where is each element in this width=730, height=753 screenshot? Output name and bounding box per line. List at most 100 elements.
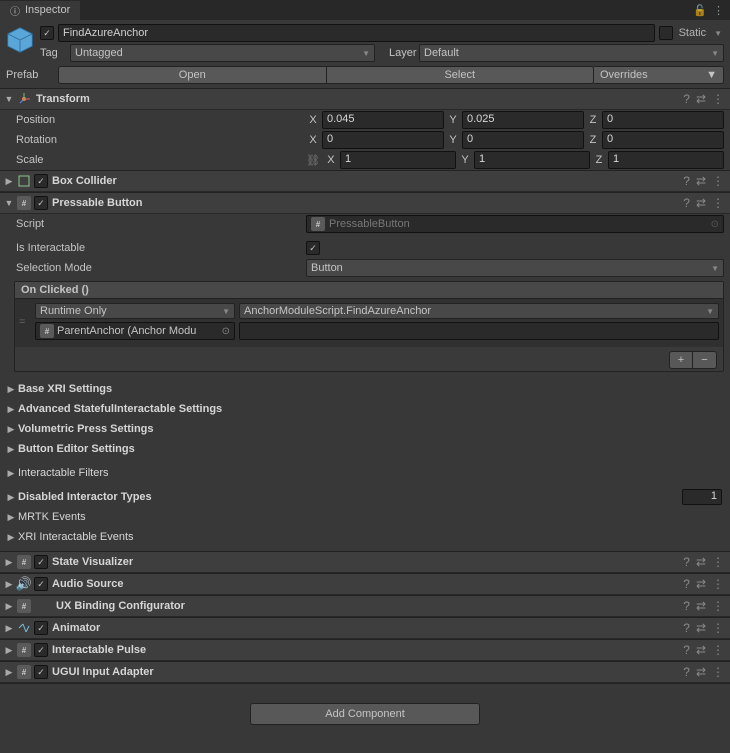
disabled-interactor-foldout[interactable]: ▶ Disabled Interactor Types 1 bbox=[0, 487, 730, 507]
position-x-field[interactable]: 0.045 bbox=[322, 111, 444, 129]
scale-z-field[interactable]: 1 bbox=[608, 151, 724, 169]
preset-icon[interactable]: ⇄ bbox=[696, 599, 706, 613]
mrtk-events-foldout[interactable]: ▶MRTK Events bbox=[0, 507, 730, 527]
event-target-field[interactable]: #ParentAnchor (Anchor Modu ⊙ bbox=[35, 322, 235, 340]
prefab-select-button[interactable]: Select bbox=[327, 66, 595, 84]
runtime-mode-dropdown[interactable]: Runtime Only ▼ bbox=[35, 303, 235, 319]
interactable-pulse-header[interactable]: ▶ # ✓ Interactable Pulse ?⇄⋮ bbox=[0, 639, 730, 661]
drag-handle-icon[interactable]: = bbox=[19, 303, 31, 340]
y-label: Y bbox=[446, 134, 460, 146]
scale-label: Scale bbox=[6, 154, 306, 166]
preset-icon[interactable]: ⇄ bbox=[696, 174, 706, 188]
component-enabled-checkbox[interactable]: ✓ bbox=[34, 577, 48, 591]
csharp-icon: # bbox=[40, 324, 54, 338]
scale-y-field[interactable]: 1 bbox=[474, 151, 590, 169]
remove-event-button[interactable]: − bbox=[693, 351, 717, 369]
help-icon[interactable]: ? bbox=[683, 92, 690, 106]
constrain-proportions-icon[interactable]: ⛓ bbox=[306, 154, 320, 167]
foldout-closed-icon: ▶ bbox=[4, 557, 14, 568]
layer-value: Default bbox=[424, 47, 459, 59]
rotation-y-field[interactable]: 0 bbox=[462, 131, 584, 149]
prefab-overrides-button[interactable]: Overrides ▼ bbox=[594, 66, 724, 84]
tab-menu-icon[interactable]: ⋮ bbox=[713, 4, 724, 17]
ux-binding-header[interactable]: ▶ # UX Binding Configurator ?⇄⋮ bbox=[0, 595, 730, 617]
layer-dropdown[interactable]: Default ▼ bbox=[419, 44, 724, 62]
position-z-field[interactable]: 0 bbox=[602, 111, 724, 129]
script-icon: # bbox=[16, 554, 32, 570]
inspector-tab[interactable]: ⓘ Inspector bbox=[0, 1, 80, 20]
component-drop-area[interactable] bbox=[0, 683, 730, 697]
prefab-label: Prefab bbox=[6, 69, 58, 81]
advanced-stateful-foldout[interactable]: ▶Advanced StatefulInteractable Settings bbox=[0, 399, 730, 419]
component-menu-icon[interactable]: ⋮ bbox=[712, 621, 724, 635]
animator-header[interactable]: ▶ ✓ Animator ?⇄⋮ bbox=[0, 617, 730, 639]
help-icon[interactable]: ? bbox=[683, 643, 690, 657]
help-icon[interactable]: ? bbox=[683, 599, 690, 613]
box-collider-header[interactable]: ▶ ✓ Box Collider ? ⇄ ⋮ bbox=[0, 170, 730, 192]
component-menu-icon[interactable]: ⋮ bbox=[712, 196, 724, 210]
ugui-input-adapter-header[interactable]: ▶ # ✓ UGUI Input Adapter ?⇄⋮ bbox=[0, 661, 730, 683]
base-xri-foldout[interactable]: ▶Base XRI Settings bbox=[0, 379, 730, 399]
xri-events-foldout[interactable]: ▶XRI Interactable Events bbox=[0, 527, 730, 547]
component-menu-icon[interactable]: ⋮ bbox=[712, 577, 724, 591]
help-icon[interactable]: ? bbox=[683, 577, 690, 591]
disabled-interactor-count[interactable]: 1 bbox=[682, 489, 722, 505]
help-icon[interactable]: ? bbox=[683, 196, 690, 210]
state-visualizer-header[interactable]: ▶ # ✓ State Visualizer ?⇄⋮ bbox=[0, 551, 730, 573]
selection-mode-dropdown[interactable]: Button ▼ bbox=[306, 259, 724, 277]
pressable-enabled-checkbox[interactable]: ✓ bbox=[34, 196, 48, 210]
position-y-field[interactable]: 0.025 bbox=[462, 111, 584, 129]
add-event-button[interactable]: + bbox=[669, 351, 693, 369]
component-enabled-checkbox[interactable]: ✓ bbox=[34, 621, 48, 635]
static-checkbox[interactable] bbox=[659, 26, 673, 40]
pressable-button-header[interactable]: ▼ # ✓ Pressable Button ? ⇄ ⋮ bbox=[0, 192, 730, 214]
event-entry: = Runtime Only ▼ #ParentAnchor (Anchor M… bbox=[19, 303, 719, 340]
preset-icon[interactable]: ⇄ bbox=[696, 621, 706, 635]
preset-icon[interactable]: ⇄ bbox=[696, 555, 706, 569]
component-enabled-checkbox[interactable]: ✓ bbox=[34, 555, 48, 569]
preset-icon[interactable]: ⇄ bbox=[696, 196, 706, 210]
prefab-open-button[interactable]: Open bbox=[58, 66, 327, 84]
component-menu-icon[interactable]: ⋮ bbox=[712, 92, 724, 106]
help-icon[interactable]: ? bbox=[683, 621, 690, 635]
button-editor-foldout[interactable]: ▶Button Editor Settings bbox=[0, 439, 730, 459]
preset-icon[interactable]: ⇄ bbox=[696, 92, 706, 106]
rotation-x-field[interactable]: 0 bbox=[322, 131, 444, 149]
preset-icon[interactable]: ⇄ bbox=[696, 577, 706, 591]
event-argument-field[interactable] bbox=[239, 322, 719, 340]
preset-icon[interactable]: ⇄ bbox=[696, 665, 706, 679]
audio-source-header[interactable]: ▶ 🔊 ✓ Audio Source ?⇄⋮ bbox=[0, 573, 730, 595]
object-picker-icon[interactable]: ⊙ bbox=[711, 219, 719, 230]
tag-dropdown[interactable]: Untagged ▼ bbox=[70, 44, 375, 62]
box-collider-enabled-checkbox[interactable]: ✓ bbox=[34, 174, 48, 188]
rotation-z-field[interactable]: 0 bbox=[602, 131, 724, 149]
script-row: Script #PressableButton ⊙ bbox=[0, 214, 730, 234]
gameobject-enabled-checkbox[interactable]: ✓ bbox=[40, 26, 54, 40]
scale-x-field[interactable]: 1 bbox=[340, 151, 456, 169]
component-menu-icon[interactable]: ⋮ bbox=[712, 174, 724, 188]
prefab-cube-icon[interactable] bbox=[6, 26, 34, 54]
script-value: PressableButton bbox=[329, 218, 410, 230]
component-menu-icon[interactable]: ⋮ bbox=[712, 599, 724, 613]
gameobject-name-field[interactable]: FindAzureAnchor bbox=[58, 24, 655, 42]
preset-icon[interactable]: ⇄ bbox=[696, 643, 706, 657]
component-enabled-checkbox[interactable]: ✓ bbox=[34, 643, 48, 657]
component-menu-icon[interactable]: ⋮ bbox=[712, 555, 724, 569]
volumetric-press-foldout[interactable]: ▶Volumetric Press Settings bbox=[0, 419, 730, 439]
component-menu-icon[interactable]: ⋮ bbox=[712, 643, 724, 657]
help-icon[interactable]: ? bbox=[683, 174, 690, 188]
transform-header[interactable]: ▼ Transform ? ⇄ ⋮ bbox=[0, 88, 730, 110]
info-icon: ⓘ bbox=[10, 3, 20, 18]
add-component-button[interactable]: Add Component bbox=[250, 703, 480, 725]
static-dropdown-icon[interactable]: ▼ bbox=[712, 29, 724, 38]
component-menu-icon[interactable]: ⋮ bbox=[712, 665, 724, 679]
on-clicked-event: On Clicked () = Runtime Only ▼ #ParentAn… bbox=[14, 281, 724, 372]
event-method-dropdown[interactable]: AnchorModuleScript.FindAzureAnchor ▼ bbox=[239, 303, 719, 319]
interactable-filters-foldout[interactable]: ▶Interactable Filters bbox=[0, 463, 730, 483]
help-icon[interactable]: ? bbox=[683, 555, 690, 569]
component-enabled-checkbox[interactable]: ✓ bbox=[34, 665, 48, 679]
help-icon[interactable]: ? bbox=[683, 665, 690, 679]
lock-icon[interactable]: 🔓 bbox=[693, 4, 707, 17]
object-picker-icon[interactable]: ⊙ bbox=[222, 326, 230, 337]
is-interactable-checkbox[interactable]: ✓ bbox=[306, 241, 320, 255]
